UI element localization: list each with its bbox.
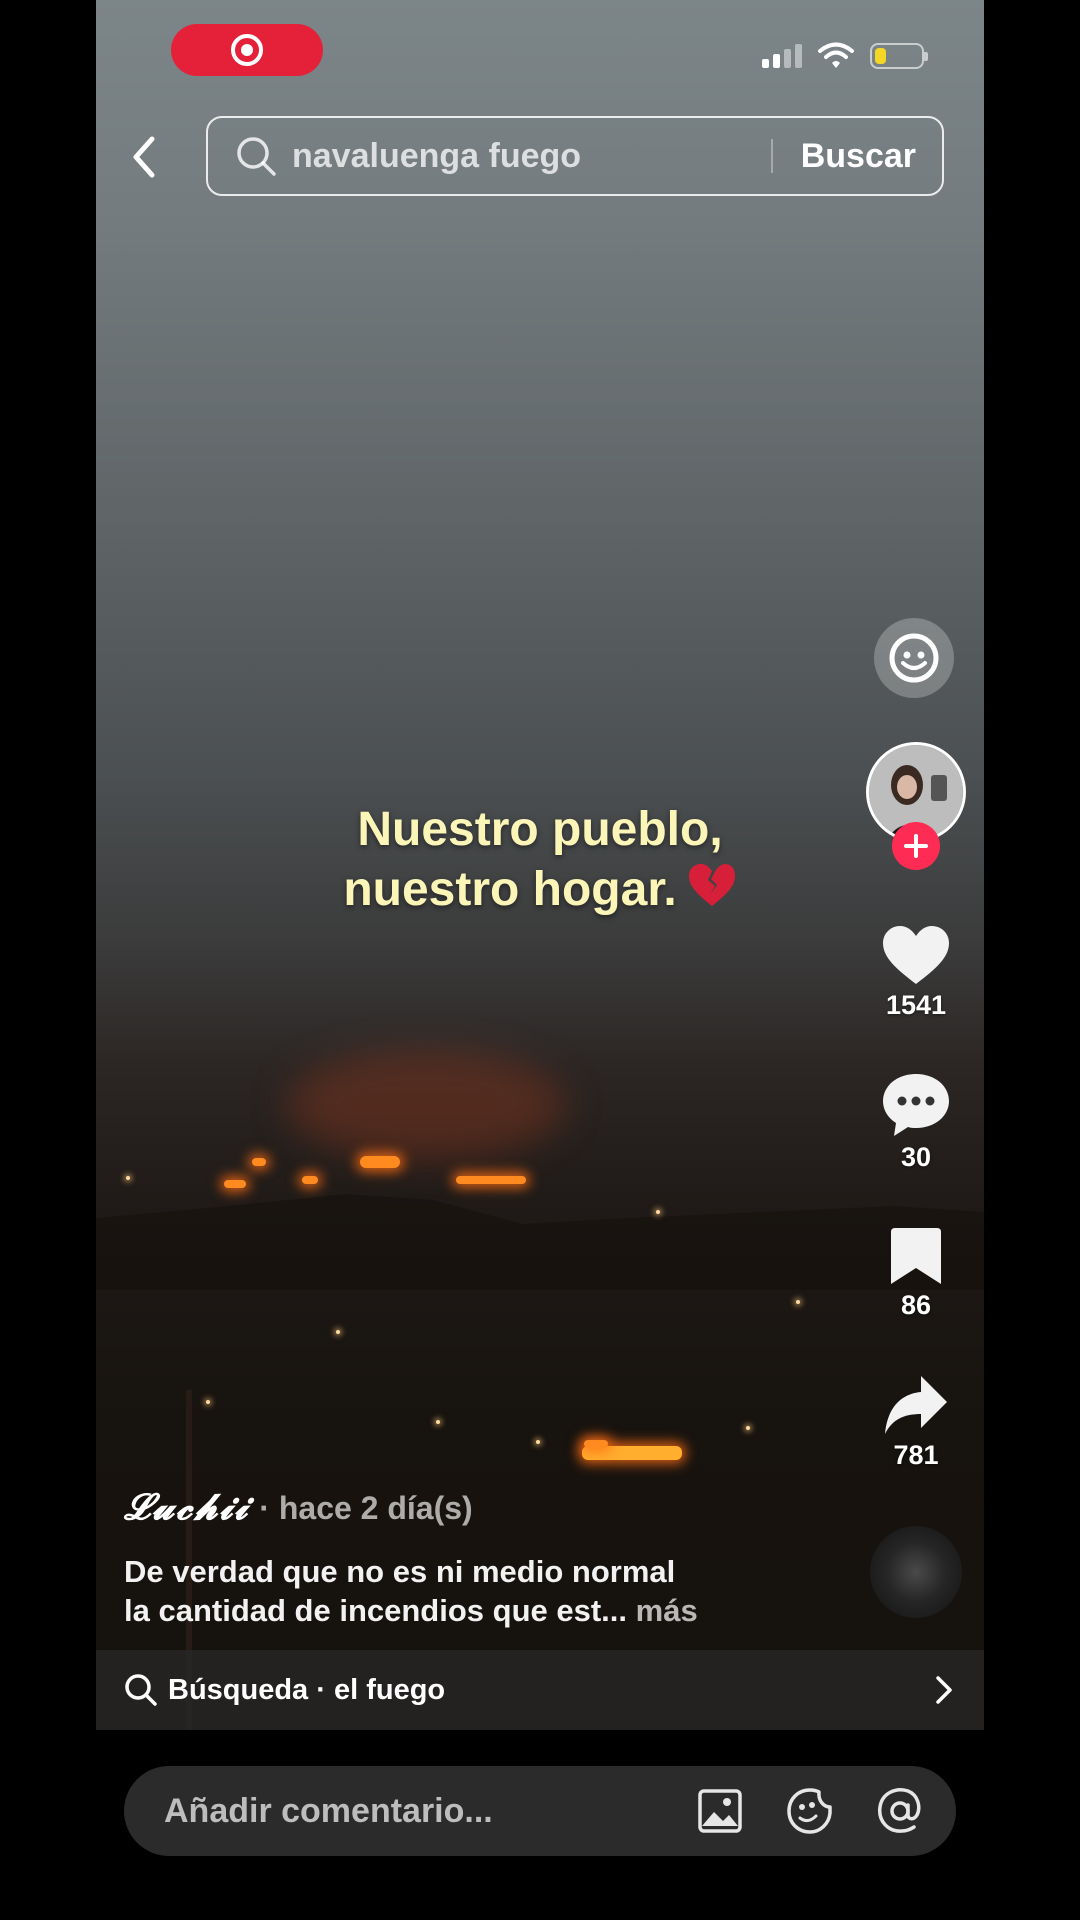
video-overlay-caption: Nuestro pueblo, nuestro hogar.	[96, 800, 984, 923]
like-count: 1541	[885, 990, 947, 1020]
fire-glow	[286, 1050, 566, 1160]
fire-line	[582, 1446, 682, 1460]
save-button[interactable]: 86	[856, 1226, 976, 1321]
share-arrow-icon	[885, 1376, 947, 1434]
town-light	[536, 1440, 540, 1444]
back-button[interactable]	[124, 132, 164, 182]
comment-bar: Añadir comentario...	[124, 1766, 956, 1856]
bookmark-icon	[891, 1228, 941, 1284]
comment-input[interactable]: Añadir comentario...	[164, 1792, 696, 1831]
comment-count: 30	[900, 1142, 932, 1172]
search-bar[interactable]: navaluenga fuego Buscar	[206, 116, 944, 196]
mention-button[interactable]	[876, 1787, 924, 1835]
more-link[interactable]: más	[636, 1593, 698, 1628]
like-button[interactable]: 1541	[856, 924, 976, 1021]
cellular-signal-icon	[762, 44, 802, 68]
overlay-line-1: Nuestro pueblo,	[357, 803, 723, 856]
battery-icon	[870, 43, 928, 69]
search-icon	[125, 1674, 157, 1706]
phone-screen: navaluenga fuego Buscar Nuestro pueblo, …	[96, 0, 984, 1920]
town-light	[336, 1330, 340, 1334]
related-search-bar[interactable]: Búsqueda · el fuego	[96, 1650, 984, 1730]
caption-line-2-wrap: la cantidad de incendios que est... más	[124, 1591, 824, 1630]
town-light	[206, 1400, 210, 1404]
sticker-button[interactable]	[786, 1787, 834, 1835]
chevron-right-icon	[936, 1676, 952, 1704]
status-bar-icons	[762, 42, 928, 70]
caption-line-1: De verdad que no es ni medio normal	[124, 1554, 676, 1589]
town-light	[436, 1420, 440, 1424]
record-icon	[231, 34, 263, 66]
post-meta: 𝓛𝓾𝓬𝓱𝓲𝓲 · hace 2 día(s)	[124, 1486, 473, 1529]
post-caption[interactable]: De verdad que no es ni medio normal la c…	[124, 1552, 824, 1630]
image-icon	[698, 1789, 742, 1833]
fire-line	[360, 1156, 400, 1168]
sticker-face-icon	[787, 1788, 832, 1834]
overlay-line-2: nuestro hogar.	[343, 863, 677, 916]
music-disc[interactable]	[870, 1526, 962, 1618]
search-input[interactable]: navaluenga fuego	[292, 137, 771, 176]
heart-icon	[883, 926, 949, 984]
save-count: 86	[900, 1290, 932, 1320]
fire-line	[224, 1180, 246, 1188]
fire-line	[302, 1176, 318, 1184]
search-submit-button[interactable]: Buscar	[773, 137, 942, 176]
overlay-line-2-wrap: nuestro hogar.	[96, 860, 984, 923]
chevron-left-icon	[133, 136, 155, 178]
post-time: · hace 2 día(s)	[259, 1490, 473, 1526]
plus-icon	[904, 834, 928, 858]
author-name[interactable]: 𝓛𝓾𝓬𝓱𝓲𝓲	[124, 1486, 249, 1529]
fire-line	[456, 1176, 526, 1184]
comment-bubble-icon	[883, 1074, 949, 1136]
comment-button[interactable]: 30	[856, 1072, 976, 1173]
search-icon	[237, 137, 276, 176]
distant-hills	[96, 1194, 984, 1290]
image-attach-button[interactable]	[696, 1787, 744, 1835]
town-light	[656, 1210, 660, 1214]
ai-emoji-button[interactable]	[874, 618, 954, 698]
follow-button[interactable]	[892, 822, 940, 870]
at-sign-icon	[878, 1788, 921, 1833]
fire-line	[584, 1440, 608, 1448]
share-button[interactable]: 781	[856, 1374, 976, 1471]
caption-line-2: la cantidad de incendios que est...	[124, 1593, 628, 1628]
screen-recording-indicator[interactable]	[171, 24, 323, 76]
share-count: 781	[893, 1440, 939, 1470]
town-light	[126, 1176, 130, 1180]
wifi-icon	[818, 42, 854, 68]
related-search-label: Búsqueda · el fuego	[168, 1673, 446, 1706]
town-light	[746, 1426, 750, 1430]
battery-level	[875, 48, 886, 64]
smiley-face-icon	[889, 633, 939, 683]
town-light	[796, 1300, 800, 1304]
fire-line	[252, 1158, 266, 1166]
broken-heart-icon	[687, 862, 737, 923]
